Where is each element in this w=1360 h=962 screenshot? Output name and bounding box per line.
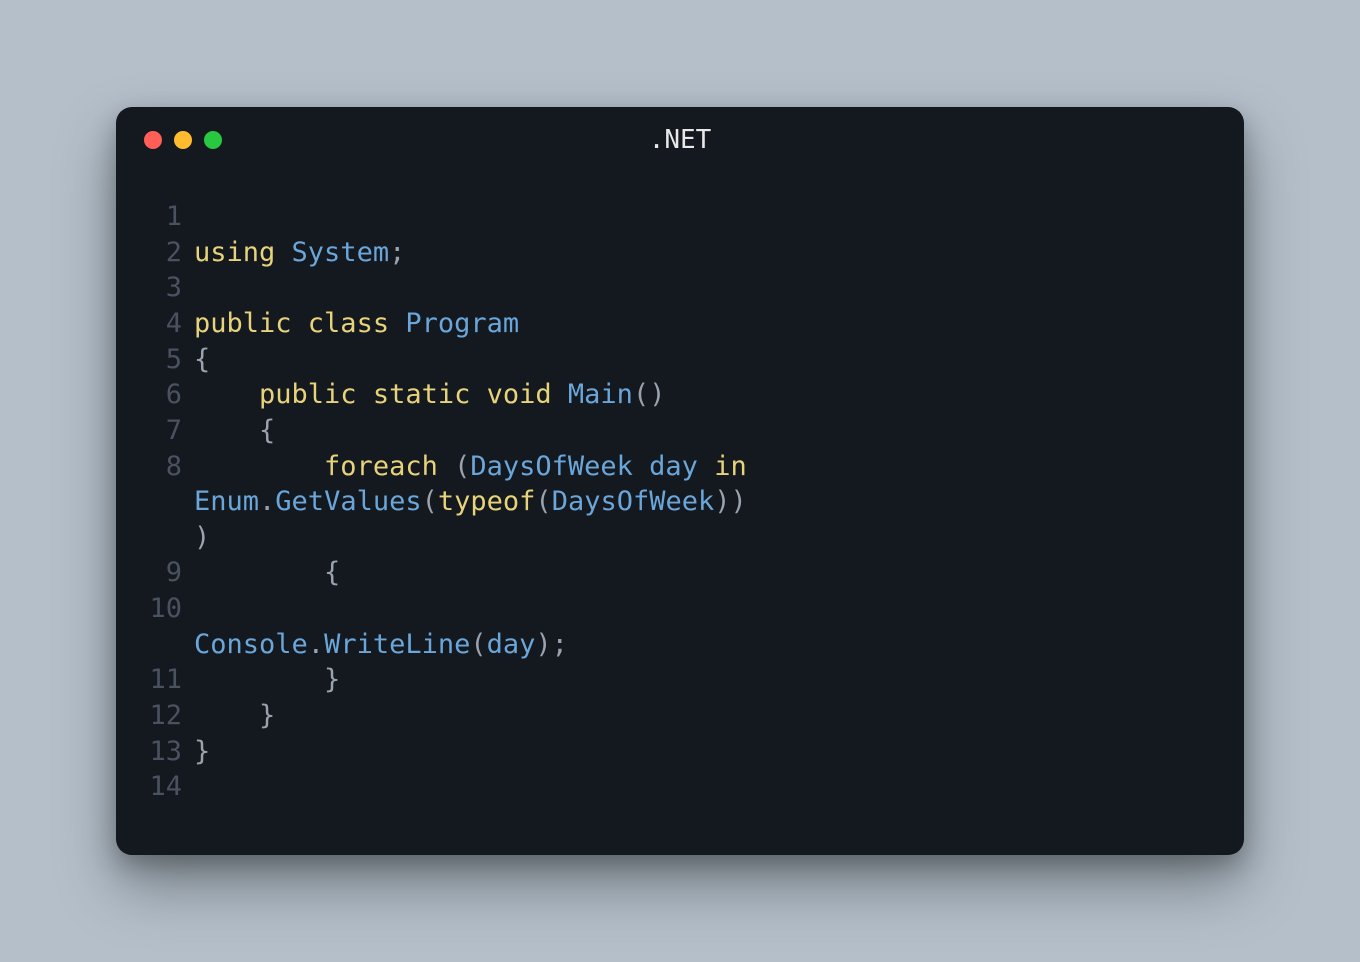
token-kw: void	[487, 379, 568, 410]
token-kw: static	[373, 379, 487, 410]
code-line[interactable]: 14	[144, 769, 1216, 805]
line-number: 6	[144, 377, 192, 413]
code-content[interactable]: Console.WriteLine(day);	[192, 591, 752, 662]
token-type: Enum	[194, 486, 259, 517]
code-content[interactable]: }	[192, 734, 752, 770]
traffic-lights	[144, 131, 222, 149]
token-type: Program	[405, 308, 519, 339]
line-number: 4	[144, 306, 192, 342]
token-punc: {	[194, 415, 275, 446]
token-plain	[194, 451, 324, 482]
token-kw: class	[308, 308, 406, 339]
window-title: .NET	[116, 125, 1244, 155]
code-content[interactable]: public static void Main()	[192, 377, 752, 413]
token-punc: ()	[633, 379, 666, 410]
token-plain	[194, 379, 259, 410]
line-number: 3	[144, 270, 192, 306]
line-number: 12	[144, 698, 192, 734]
token-punc: }	[194, 736, 210, 767]
token-kw: foreach	[324, 451, 454, 482]
code-content[interactable]: {	[192, 555, 752, 591]
code-line[interactable]: 5{	[144, 342, 1216, 378]
token-type: System	[292, 237, 390, 268]
token-kw: public	[194, 308, 308, 339]
token-punc: .	[259, 486, 275, 517]
token-punc: );	[535, 629, 568, 660]
close-icon[interactable]	[144, 131, 162, 149]
code-content[interactable]: }	[192, 662, 752, 698]
token-kw: in	[714, 451, 763, 482]
code-content[interactable]: }	[192, 698, 752, 734]
code-content[interactable]: {	[192, 413, 752, 449]
token-id: day	[487, 629, 536, 660]
token-id: day	[649, 451, 714, 482]
titlebar: .NET	[116, 107, 1244, 163]
code-content[interactable]: {	[192, 342, 752, 378]
code-content[interactable]: using System;	[192, 235, 752, 271]
code-content[interactable]	[192, 270, 752, 306]
token-type: DaysOfWeek	[552, 486, 715, 517]
token-punc: (	[470, 629, 486, 660]
token-punc: (	[422, 486, 438, 517]
code-line[interactable]: 4public class Program	[144, 306, 1216, 342]
line-number: 9	[144, 555, 192, 591]
code-line[interactable]: 12 }	[144, 698, 1216, 734]
code-line[interactable]: 3	[144, 270, 1216, 306]
line-number: 7	[144, 413, 192, 449]
token-fn: GetValues	[275, 486, 421, 517]
line-number: 5	[144, 342, 192, 378]
token-kw: public	[259, 379, 373, 410]
code-content[interactable]	[192, 769, 752, 805]
token-punc: (	[535, 486, 551, 517]
token-punc: }	[194, 700, 275, 731]
token-punc: (	[454, 451, 470, 482]
code-line[interactable]: 8 foreach (DaysOfWeek day in Enum.GetVal…	[144, 449, 1216, 556]
token-punc: .	[308, 629, 324, 660]
minimize-icon[interactable]	[174, 131, 192, 149]
token-punc: ;	[389, 237, 405, 268]
zoom-icon[interactable]	[204, 131, 222, 149]
line-number: 11	[144, 662, 192, 698]
line-number: 13	[144, 734, 192, 770]
code-content[interactable]	[192, 199, 752, 235]
line-number: 10	[144, 591, 192, 627]
line-number: 8	[144, 449, 192, 485]
token-fn: WriteLine	[324, 629, 470, 660]
code-line[interactable]: 10 Console.WriteLine(day);	[144, 591, 1216, 662]
line-number: 1	[144, 199, 192, 235]
token-fn: Main	[568, 379, 633, 410]
code-line[interactable]: 11 }	[144, 662, 1216, 698]
token-punc: {	[194, 557, 340, 588]
code-window: .NET 1 2using System;3 4public class Pro…	[116, 107, 1244, 855]
code-line[interactable]: 7 {	[144, 413, 1216, 449]
code-line[interactable]: 2using System;	[144, 235, 1216, 271]
token-type: DaysOfWeek	[470, 451, 649, 482]
token-type: Console	[194, 629, 308, 660]
token-kw: typeof	[438, 486, 536, 517]
token-plain	[194, 593, 389, 624]
token-kw: using	[194, 237, 292, 268]
code-line[interactable]: 13}	[144, 734, 1216, 770]
code-line[interactable]: 6 public static void Main()	[144, 377, 1216, 413]
code-line[interactable]: 9 {	[144, 555, 1216, 591]
code-line[interactable]: 1	[144, 199, 1216, 235]
code-content[interactable]: foreach (DaysOfWeek day in Enum.GetValue…	[192, 449, 752, 556]
line-number: 14	[144, 769, 192, 805]
token-punc: {	[194, 344, 210, 375]
code-editor[interactable]: 1 2using System;3 4public class Program5…	[116, 163, 1244, 805]
token-punc: }	[194, 664, 340, 695]
line-number: 2	[144, 235, 192, 271]
code-content[interactable]: public class Program	[192, 306, 752, 342]
